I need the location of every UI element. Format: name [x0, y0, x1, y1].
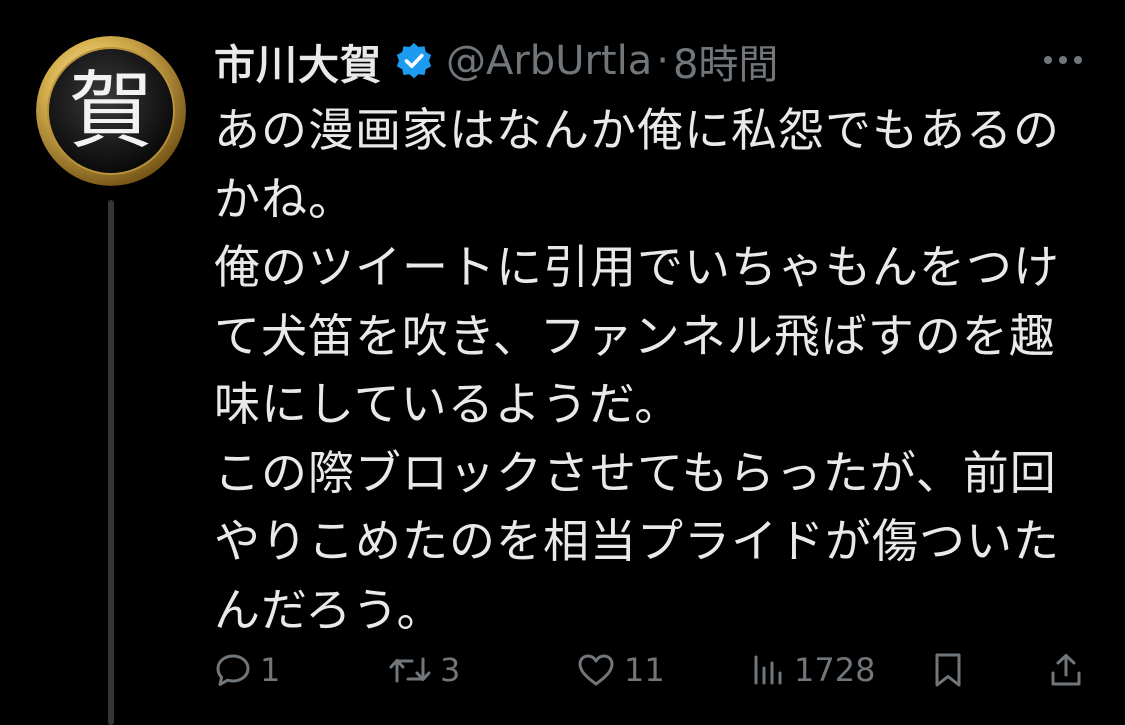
display-name[interactable]: 市川大賀	[214, 31, 382, 91]
tweet-text-line: 味にしているようだ。	[214, 377, 682, 431]
more-icon[interactable]	[1040, 50, 1086, 70]
user-handle[interactable]: @ArbUrtla	[446, 38, 652, 84]
tweet-text-line: んだろう。	[214, 582, 444, 637]
like-count: 11	[624, 651, 665, 689]
like-button[interactable]: 11	[576, 640, 665, 700]
tweet-text-line: 俺のツイートに引用でいちゃもんをつけ	[214, 240, 1060, 294]
reply-icon	[216, 654, 250, 686]
avatar-glyph: 賀	[69, 62, 153, 160]
tweet-text: あの漫画家はなんか俺に私怨でもあるの かね。 俺のツイートに引用でいちゃもんをつ…	[214, 96, 1094, 644]
tweet-text-line: やりこめたのを相当プライドが傷ついた	[214, 514, 1060, 568]
share-icon	[1051, 654, 1081, 686]
tweet-header: 市川大賀 @ArbUrtla · 8時間	[214, 26, 778, 96]
bookmark-icon	[935, 653, 961, 687]
tweet[interactable]: 賀 市川大賀 @ArbUrtla · 8時間 あの漫画家はなんか俺に私怨でもある…	[0, 0, 1125, 725]
action-bar: 1 3 11 1728	[0, 640, 1125, 700]
reply-button[interactable]: 1	[214, 640, 280, 700]
views-count: 1728	[794, 651, 876, 689]
avatar[interactable]: 賀	[36, 36, 186, 186]
retweet-button[interactable]: 3	[388, 640, 460, 700]
like-icon	[578, 654, 614, 686]
tweet-text-line: て犬笛を吹き、ファンネル飛ばすのを趣	[214, 308, 1056, 363]
tweet-text-line: あの漫画家はなんか俺に私怨でもあるの	[214, 103, 1060, 157]
tweet-text-line: この際ブロックさせてもらったが、前回	[214, 445, 1057, 500]
share-button[interactable]	[1048, 640, 1084, 700]
timestamp[interactable]: 8時間	[673, 32, 778, 90]
header-separator: ·	[656, 38, 669, 84]
reply-count: 1	[260, 651, 281, 689]
verified-badge-icon[interactable]	[394, 41, 434, 81]
views-icon	[754, 655, 782, 685]
retweet-count: 3	[440, 651, 461, 689]
views-button[interactable]: 1728	[750, 640, 875, 700]
bookmark-button[interactable]	[932, 640, 964, 700]
tweet-text-line: かね。	[214, 171, 355, 226]
retweet-icon	[389, 657, 431, 683]
